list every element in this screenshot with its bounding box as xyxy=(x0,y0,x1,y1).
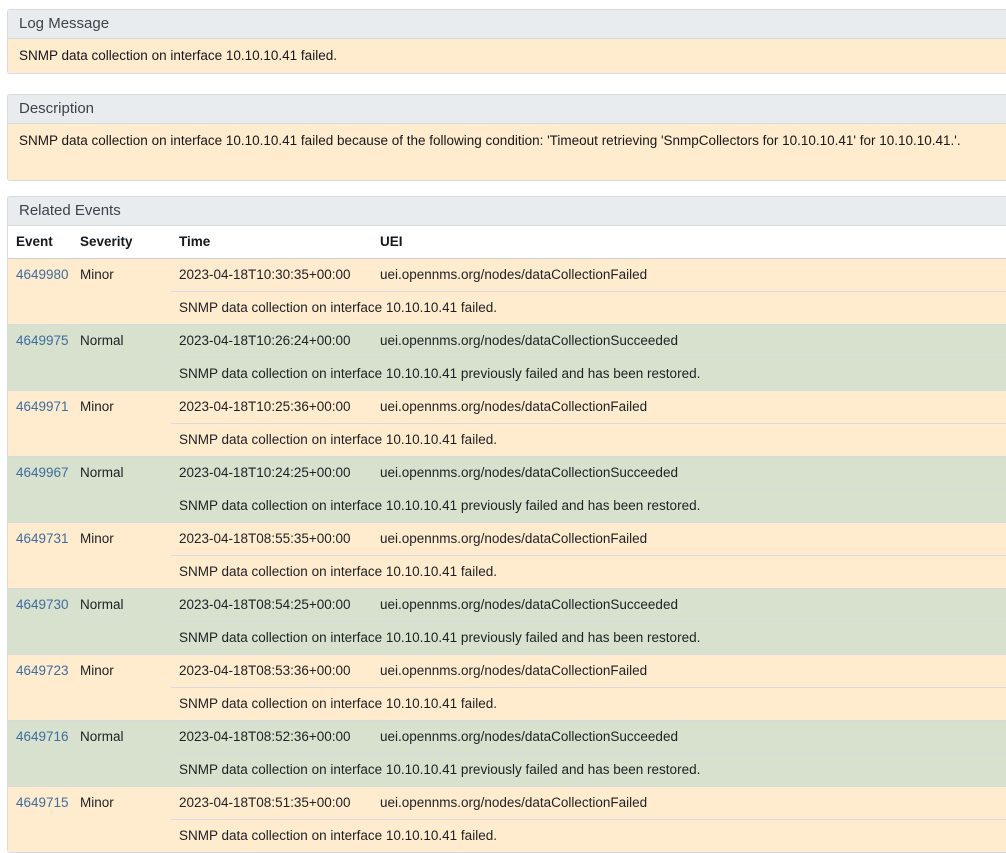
event-row: 4649975Normal2023-04-18T10:26:24+00:00ue… xyxy=(8,325,1006,358)
event-row: 4649715Minor2023-04-18T08:51:35+00:00uei… xyxy=(8,787,1006,820)
event-row: 4649980Minor2023-04-18T10:30:35+00:00uei… xyxy=(8,259,1006,292)
severity-cell: Normal xyxy=(72,325,171,391)
uei-cell: uei.opennms.org/nodes/dataCollectionSucc… xyxy=(372,457,1006,490)
time-cell: 2023-04-18T10:24:25+00:00 xyxy=(171,457,372,490)
uei-cell: uei.opennms.org/nodes/dataCollectionFail… xyxy=(372,655,1006,688)
event-row: 4649967Normal2023-04-18T10:24:25+00:00ue… xyxy=(8,457,1006,490)
log-message-panel-title: Log Message xyxy=(8,10,1006,39)
uei-cell: uei.opennms.org/nodes/dataCollectionFail… xyxy=(372,259,1006,292)
event-link[interactable]: 4649730 xyxy=(16,597,69,612)
event-id-cell: 4649967 xyxy=(8,457,72,523)
event-link[interactable]: 4649731 xyxy=(16,531,69,546)
event-log-message-cell: SNMP data collection on interface 10.10.… xyxy=(171,754,1006,787)
related-events-table: EventSeverityTimeUEI 4649980Minor2023-04… xyxy=(8,226,1006,852)
related-events-panel-title: Related Events xyxy=(8,197,1006,226)
event-link[interactable]: 4649975 xyxy=(16,333,69,348)
time-cell: 2023-04-18T08:55:35+00:00 xyxy=(171,523,372,556)
event-row: 4649731Minor2023-04-18T08:55:35+00:00uei… xyxy=(8,523,1006,556)
event-log-message-cell: SNMP data collection on interface 10.10.… xyxy=(171,556,1006,589)
event-id-cell: 4649975 xyxy=(8,325,72,391)
event-log-message-cell: SNMP data collection on interface 10.10.… xyxy=(171,424,1006,457)
uei-cell: uei.opennms.org/nodes/dataCollectionFail… xyxy=(372,787,1006,820)
description-text: SNMP data collection on interface 10.10.… xyxy=(8,124,1006,180)
column-header-severity: Severity xyxy=(72,226,171,259)
log-message-panel: Log Message SNMP data collection on inte… xyxy=(7,9,1006,74)
event-link[interactable]: 4649971 xyxy=(16,399,69,414)
event-id-cell: 4649716 xyxy=(8,721,72,787)
column-header-time: Time xyxy=(171,226,372,259)
event-id-cell: 4649730 xyxy=(8,589,72,655)
column-header-uei: UEI xyxy=(372,226,1006,259)
log-message-text: SNMP data collection on interface 10.10.… xyxy=(8,39,1006,73)
event-row: 4649716Normal2023-04-18T08:52:36+00:00ue… xyxy=(8,721,1006,754)
event-log-message-cell: SNMP data collection on interface 10.10.… xyxy=(171,688,1006,721)
severity-cell: Minor xyxy=(72,259,171,325)
related-events-header-row: EventSeverityTimeUEI xyxy=(8,226,1006,259)
event-log-message-cell: SNMP data collection on interface 10.10.… xyxy=(171,292,1006,325)
time-cell: 2023-04-18T08:51:35+00:00 xyxy=(171,787,372,820)
uei-cell: uei.opennms.org/nodes/dataCollectionSucc… xyxy=(372,589,1006,622)
event-row: 4649971Minor2023-04-18T10:25:36+00:00uei… xyxy=(8,391,1006,424)
event-link[interactable]: 4649967 xyxy=(16,465,69,480)
event-row: 4649730Normal2023-04-18T08:54:25+00:00ue… xyxy=(8,589,1006,622)
time-cell: 2023-04-18T10:26:24+00:00 xyxy=(171,325,372,358)
time-cell: 2023-04-18T08:54:25+00:00 xyxy=(171,589,372,622)
severity-cell: Minor xyxy=(72,787,171,853)
severity-cell: Normal xyxy=(72,721,171,787)
event-id-cell: 4649731 xyxy=(8,523,72,589)
event-id-cell: 4649980 xyxy=(8,259,72,325)
event-id-cell: 4649971 xyxy=(8,391,72,457)
event-id-cell: 4649715 xyxy=(8,787,72,853)
uei-cell: uei.opennms.org/nodes/dataCollectionFail… xyxy=(372,391,1006,424)
uei-cell: uei.opennms.org/nodes/dataCollectionSucc… xyxy=(372,325,1006,358)
event-log-message-cell: SNMP data collection on interface 10.10.… xyxy=(171,820,1006,853)
severity-cell: Minor xyxy=(72,655,171,721)
severity-cell: Normal xyxy=(72,457,171,523)
event-link[interactable]: 4649715 xyxy=(16,795,69,810)
event-log-message-cell: SNMP data collection on interface 10.10.… xyxy=(171,622,1006,655)
event-link[interactable]: 4649980 xyxy=(16,267,69,282)
time-cell: 2023-04-18T08:53:36+00:00 xyxy=(171,655,372,688)
event-link[interactable]: 4649716 xyxy=(16,729,69,744)
uei-cell: uei.opennms.org/nodes/dataCollectionSucc… xyxy=(372,721,1006,754)
event-id-cell: 4649723 xyxy=(8,655,72,721)
severity-cell: Minor xyxy=(72,391,171,457)
description-panel: Description SNMP data collection on inte… xyxy=(7,94,1006,181)
event-link[interactable]: 4649723 xyxy=(16,663,69,678)
time-cell: 2023-04-18T08:52:36+00:00 xyxy=(171,721,372,754)
alarm-detail-page: Log Message SNMP data collection on inte… xyxy=(0,0,1006,853)
column-header-event: Event xyxy=(8,226,72,259)
severity-cell: Normal xyxy=(72,589,171,655)
uei-cell: uei.opennms.org/nodes/dataCollectionFail… xyxy=(372,523,1006,556)
time-cell: 2023-04-18T10:25:36+00:00 xyxy=(171,391,372,424)
event-row: 4649723Minor2023-04-18T08:53:36+00:00uei… xyxy=(8,655,1006,688)
time-cell: 2023-04-18T10:30:35+00:00 xyxy=(171,259,372,292)
severity-cell: Minor xyxy=(72,523,171,589)
event-log-message-cell: SNMP data collection on interface 10.10.… xyxy=(171,490,1006,523)
related-events-tbody: 4649980Minor2023-04-18T10:30:35+00:00uei… xyxy=(8,259,1006,853)
event-log-message-cell: SNMP data collection on interface 10.10.… xyxy=(171,358,1006,391)
description-panel-title: Description xyxy=(8,95,1006,124)
related-events-panel: Related Events EventSeverityTimeUEI 4649… xyxy=(7,196,1006,853)
